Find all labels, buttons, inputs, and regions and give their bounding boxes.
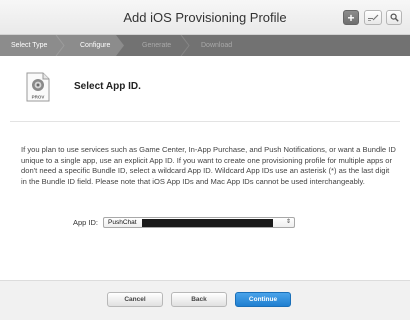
step-separator [55,35,65,56]
step-generate: Generate [142,42,172,49]
plus-icon: + [347,10,355,25]
provisioning-profile-icon: PROV [26,72,50,102]
pencil-icon [368,14,379,21]
app-id-label: App ID: [73,218,99,227]
section-title: Select App ID. [74,81,141,92]
cancel-button[interactable]: Cancel [107,292,163,307]
back-button[interactable]: Back [171,292,227,307]
app-id-select[interactable]: PushChat ⇕ [103,217,295,228]
magnifier-icon [389,13,399,22]
step-separator [180,35,190,56]
step-download: Download [201,42,233,49]
edit-button[interactable] [364,10,382,25]
redacted-bundle-id [142,219,273,227]
search-button[interactable] [386,10,402,25]
step-configure: Configure [80,42,111,49]
select-arrows-icon: ⇕ [285,219,291,225]
description-text: If you plan to use services such as Game… [21,145,396,186]
divider [10,121,400,122]
add-button[interactable]: + [343,10,359,25]
steps-bar: Select Type Configure Generate Download [0,35,410,56]
step-select-type: Select Type [11,42,48,49]
title-bar: Add iOS Provisioning Profile + [0,0,410,35]
prov-icon-label: PROV [32,95,45,100]
continue-button[interactable]: Continue [235,292,291,307]
app-id-value: PushChat [108,219,137,226]
